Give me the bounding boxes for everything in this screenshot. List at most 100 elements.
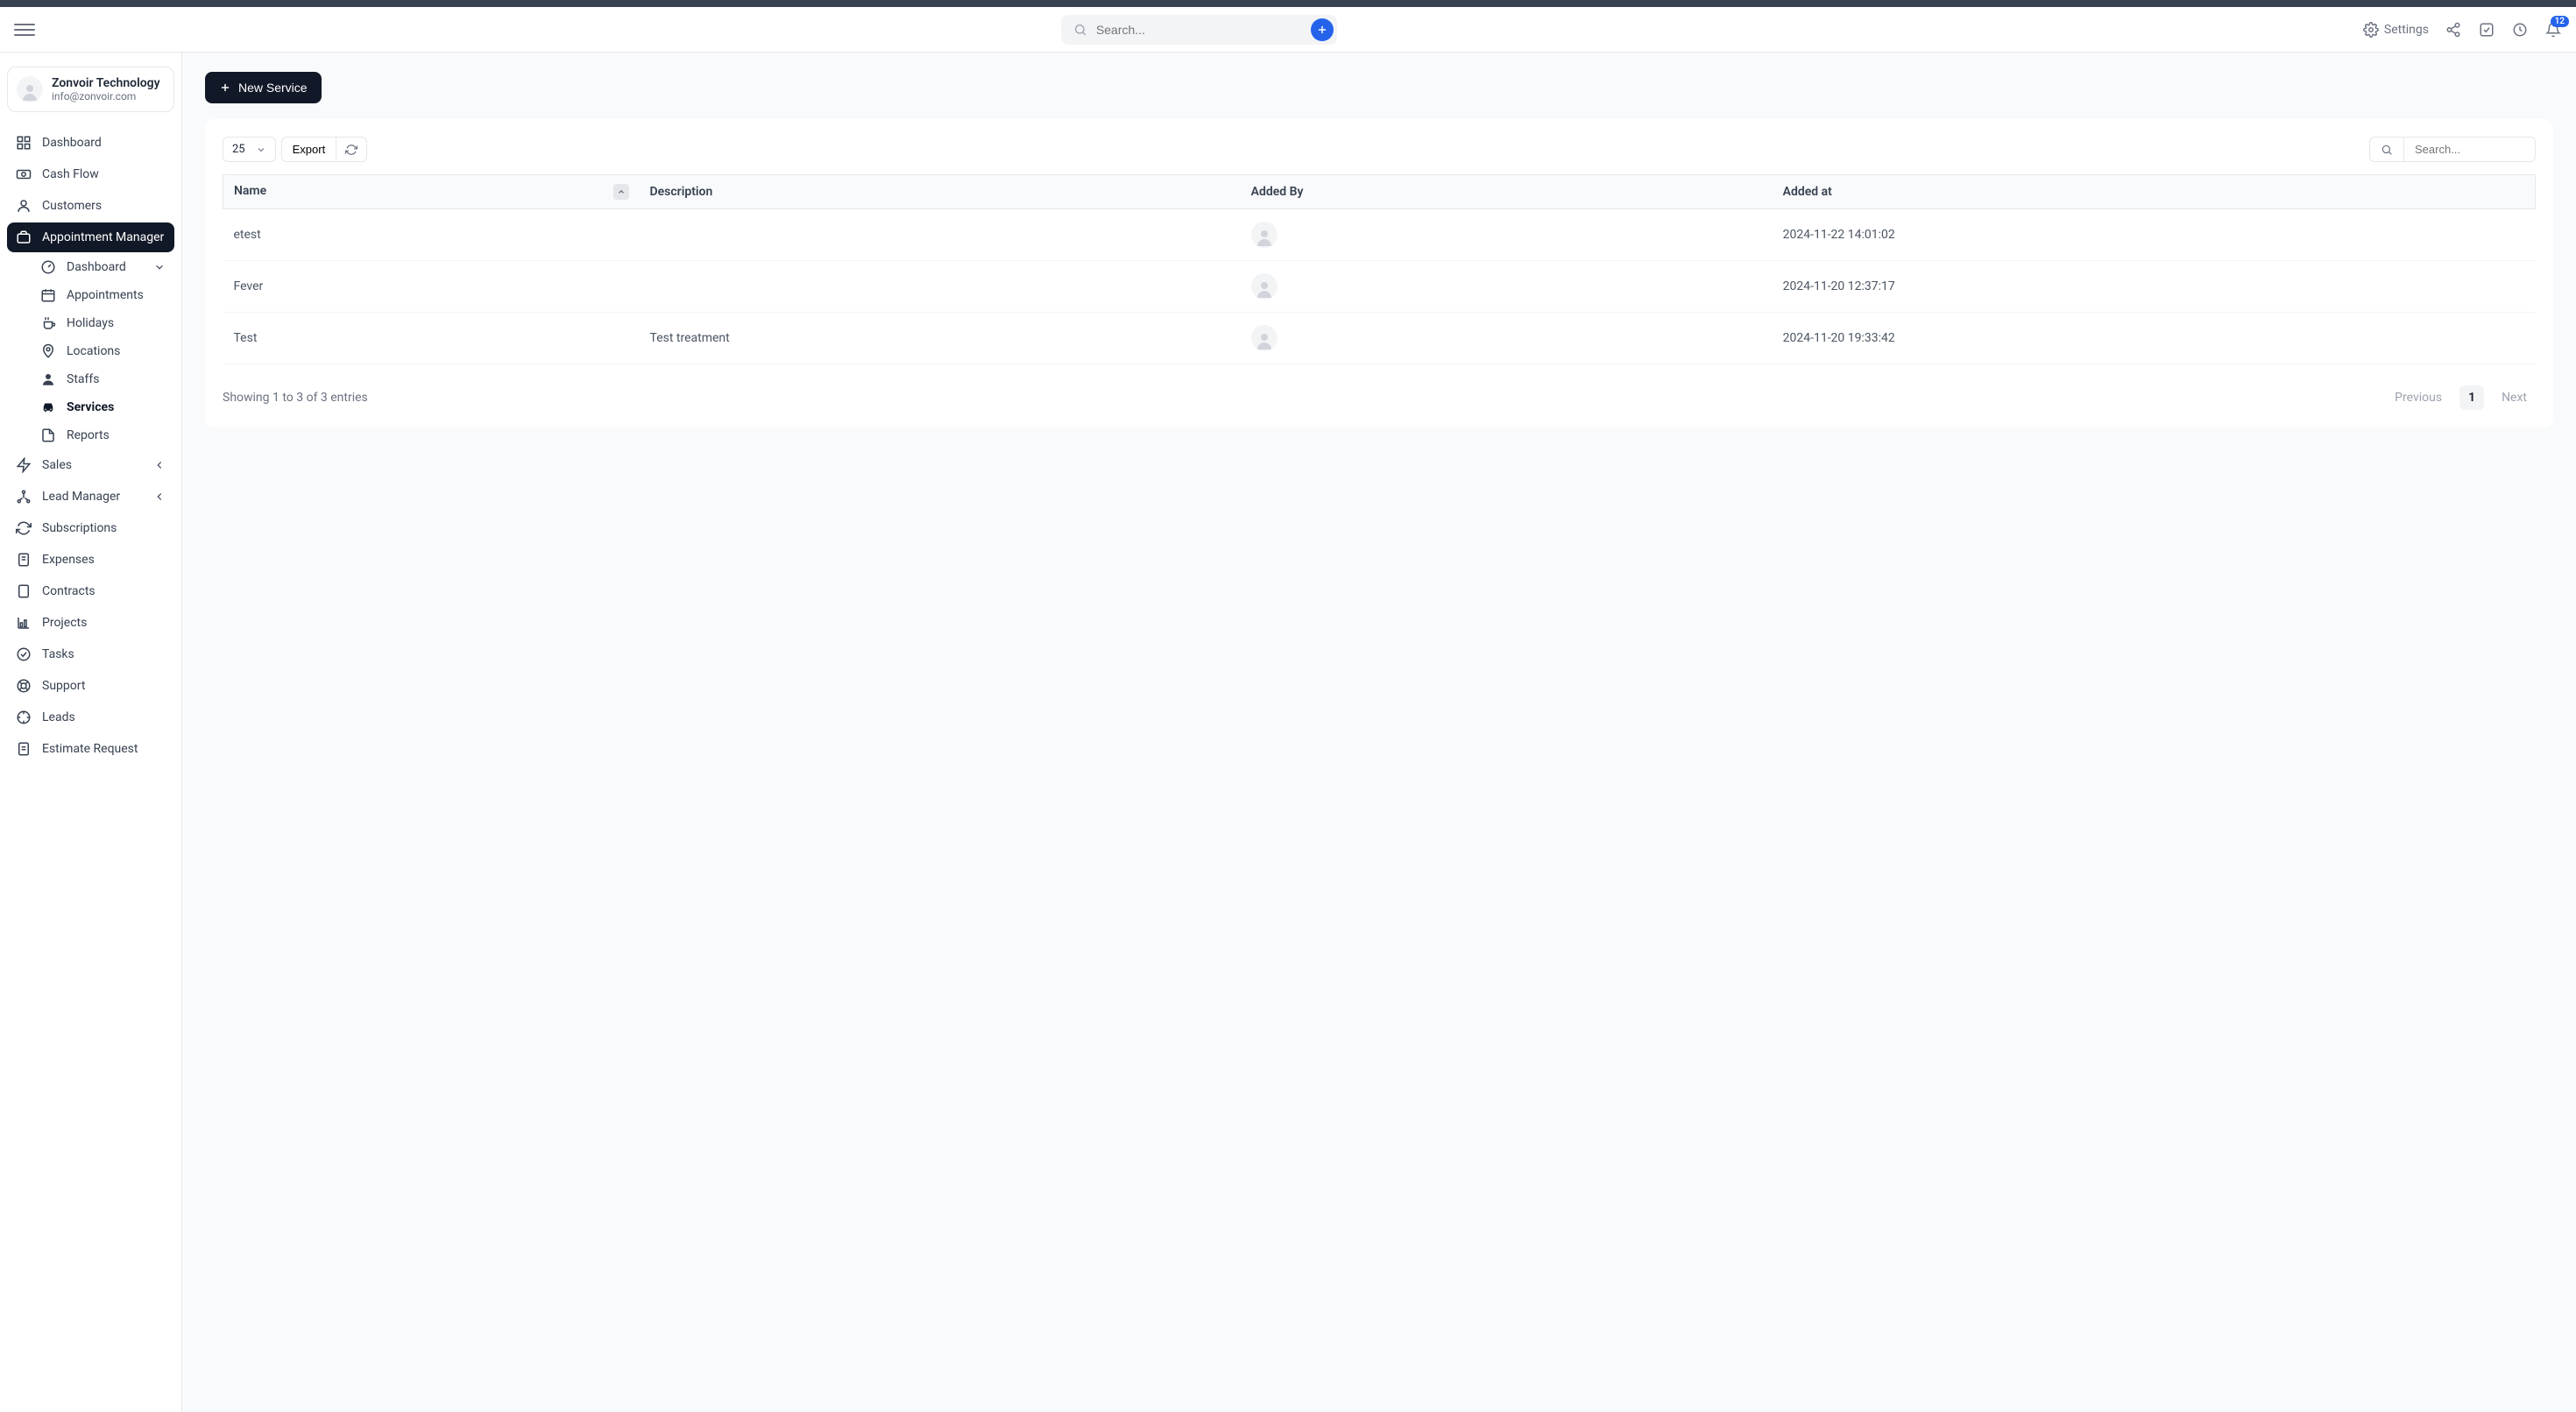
check-button[interactable] bbox=[2478, 21, 2495, 39]
quick-add-button[interactable] bbox=[1311, 18, 1334, 41]
nav-label: Dashboard bbox=[42, 136, 102, 150]
col-name[interactable]: Name bbox=[223, 175, 640, 209]
nav-leads[interactable]: Leads bbox=[7, 702, 174, 732]
col-label: Added By bbox=[1251, 185, 1304, 199]
cell-description bbox=[640, 261, 1241, 313]
nav-dashboard[interactable]: Dashboard bbox=[7, 128, 174, 158]
nav-lead-manager[interactable]: Lead Manager bbox=[7, 482, 174, 512]
table-row[interactable]: etest 2024-11-22 14:01:02 bbox=[223, 209, 2536, 261]
chevron-left-icon bbox=[153, 491, 166, 503]
nav-label: Contracts bbox=[42, 584, 96, 598]
chevron-down-icon bbox=[153, 261, 166, 273]
menu-toggle-button[interactable] bbox=[14, 19, 35, 40]
nav-projects[interactable]: Projects bbox=[7, 608, 174, 638]
search-icon bbox=[1072, 21, 1089, 39]
pagination-next[interactable]: Next bbox=[2493, 385, 2536, 410]
document-icon bbox=[16, 552, 32, 568]
nav-label: Estimate Request bbox=[42, 742, 138, 756]
file-icon bbox=[40, 427, 56, 443]
note-icon bbox=[16, 583, 32, 599]
user-icon bbox=[16, 198, 32, 214]
col-added-at[interactable]: Added at bbox=[1773, 175, 2536, 209]
sidebar: Zonvoir Technology info@zonvoir.com Dash… bbox=[0, 53, 182, 1412]
dashboard-icon bbox=[16, 135, 32, 151]
person-icon bbox=[40, 371, 56, 387]
cell-added-at: 2024-11-22 14:01:02 bbox=[1773, 209, 2536, 261]
cell-description: Test treatment bbox=[640, 313, 1241, 364]
refresh-icon bbox=[345, 144, 357, 156]
subnav-staffs[interactable]: Staffs bbox=[32, 366, 174, 392]
services-table: Name Description Added By Added at etest… bbox=[223, 174, 2536, 364]
nav-subscriptions[interactable]: Subscriptions bbox=[7, 513, 174, 543]
cell-added-at: 2024-11-20 19:33:42 bbox=[1773, 313, 2536, 364]
nav-appointment-manager[interactable]: Appointment Manager bbox=[7, 222, 174, 252]
subnav-reports[interactable]: Reports bbox=[32, 422, 174, 448]
header-bar: Settings 12 bbox=[0, 7, 2576, 53]
cell-added-at: 2024-11-20 12:37:17 bbox=[1773, 261, 2536, 313]
export-button[interactable]: Export bbox=[281, 137, 337, 162]
subnav-appointments[interactable]: Appointments bbox=[32, 282, 174, 308]
entries-info: Showing 1 to 3 of 3 entries bbox=[223, 391, 368, 405]
nav-label: Leads bbox=[42, 710, 75, 724]
clock-button[interactable] bbox=[2511, 21, 2529, 39]
chevron-left-icon bbox=[153, 459, 166, 471]
col-description[interactable]: Description bbox=[640, 175, 1241, 209]
org-avatar bbox=[17, 76, 43, 102]
new-service-button[interactable]: New Service bbox=[205, 72, 322, 103]
cup-icon bbox=[40, 315, 56, 331]
notifications-button[interactable]: 12 bbox=[2544, 21, 2562, 39]
search-icon bbox=[2381, 144, 2393, 156]
notification-badge: 12 bbox=[2551, 16, 2569, 27]
nav-support[interactable]: Support bbox=[7, 671, 174, 701]
col-added-by[interactable]: Added By bbox=[1241, 175, 1773, 209]
cell-name: etest bbox=[223, 209, 640, 261]
file-text-icon bbox=[16, 741, 32, 757]
nav-tasks[interactable]: Tasks bbox=[7, 639, 174, 669]
nav-label: Projects bbox=[42, 616, 87, 630]
global-search-box bbox=[1061, 15, 1337, 45]
cell-description bbox=[640, 209, 1241, 261]
nav-label: Reports bbox=[67, 428, 110, 442]
settings-label: Settings bbox=[2384, 23, 2429, 37]
nav-label: Subscriptions bbox=[42, 521, 117, 535]
page-size-select[interactable]: 25 bbox=[223, 137, 276, 162]
nav-label: Support bbox=[42, 679, 85, 693]
nav-contracts[interactable]: Contracts bbox=[7, 576, 174, 606]
org-email: info@zonvoir.com bbox=[52, 90, 160, 102]
settings-button[interactable]: Settings bbox=[2363, 22, 2429, 38]
chart-icon bbox=[16, 615, 32, 631]
table-row[interactable]: Fever 2024-11-20 12:37:17 bbox=[223, 261, 2536, 313]
gear-icon bbox=[2363, 22, 2379, 38]
nav-customers[interactable]: Customers bbox=[7, 191, 174, 221]
col-label: Name bbox=[234, 184, 266, 198]
nav-estimate-request[interactable]: Estimate Request bbox=[7, 734, 174, 764]
share-button[interactable] bbox=[2445, 21, 2462, 39]
org-card[interactable]: Zonvoir Technology info@zonvoir.com bbox=[7, 67, 174, 112]
table-search-input[interactable] bbox=[2404, 137, 2536, 162]
pagination: Previous 1 Next bbox=[2386, 385, 2536, 410]
nav-label: Cash Flow bbox=[42, 167, 99, 181]
subnav-dashboard[interactable]: Dashboard bbox=[32, 254, 174, 280]
global-search-input[interactable] bbox=[1096, 23, 1304, 37]
col-label: Description bbox=[650, 185, 713, 199]
org-name: Zonvoir Technology bbox=[52, 76, 160, 90]
refresh-button[interactable] bbox=[336, 137, 367, 162]
nav-label: Customers bbox=[42, 199, 102, 213]
pagination-previous[interactable]: Previous bbox=[2386, 385, 2451, 410]
cell-added-by bbox=[1241, 313, 1773, 364]
table-row[interactable]: Test Test treatment 2024-11-20 19:33:42 bbox=[223, 313, 2536, 364]
calendar-icon bbox=[40, 287, 56, 303]
button-label: New Service bbox=[238, 81, 308, 95]
col-label: Added at bbox=[1783, 185, 1832, 199]
nav-cash-flow[interactable]: Cash Flow bbox=[7, 159, 174, 189]
subnav-services[interactable]: Services bbox=[32, 394, 174, 420]
cell-name: Fever bbox=[223, 261, 640, 313]
subnav-holidays[interactable]: Holidays bbox=[32, 310, 174, 336]
nav-label: Tasks bbox=[42, 647, 74, 661]
nav-label: Locations bbox=[67, 344, 120, 358]
nav-label: Expenses bbox=[42, 553, 95, 567]
pagination-page-1[interactable]: 1 bbox=[2459, 385, 2484, 410]
nav-expenses[interactable]: Expenses bbox=[7, 545, 174, 575]
nav-sales[interactable]: Sales bbox=[7, 450, 174, 480]
subnav-locations[interactable]: Locations bbox=[32, 338, 174, 364]
